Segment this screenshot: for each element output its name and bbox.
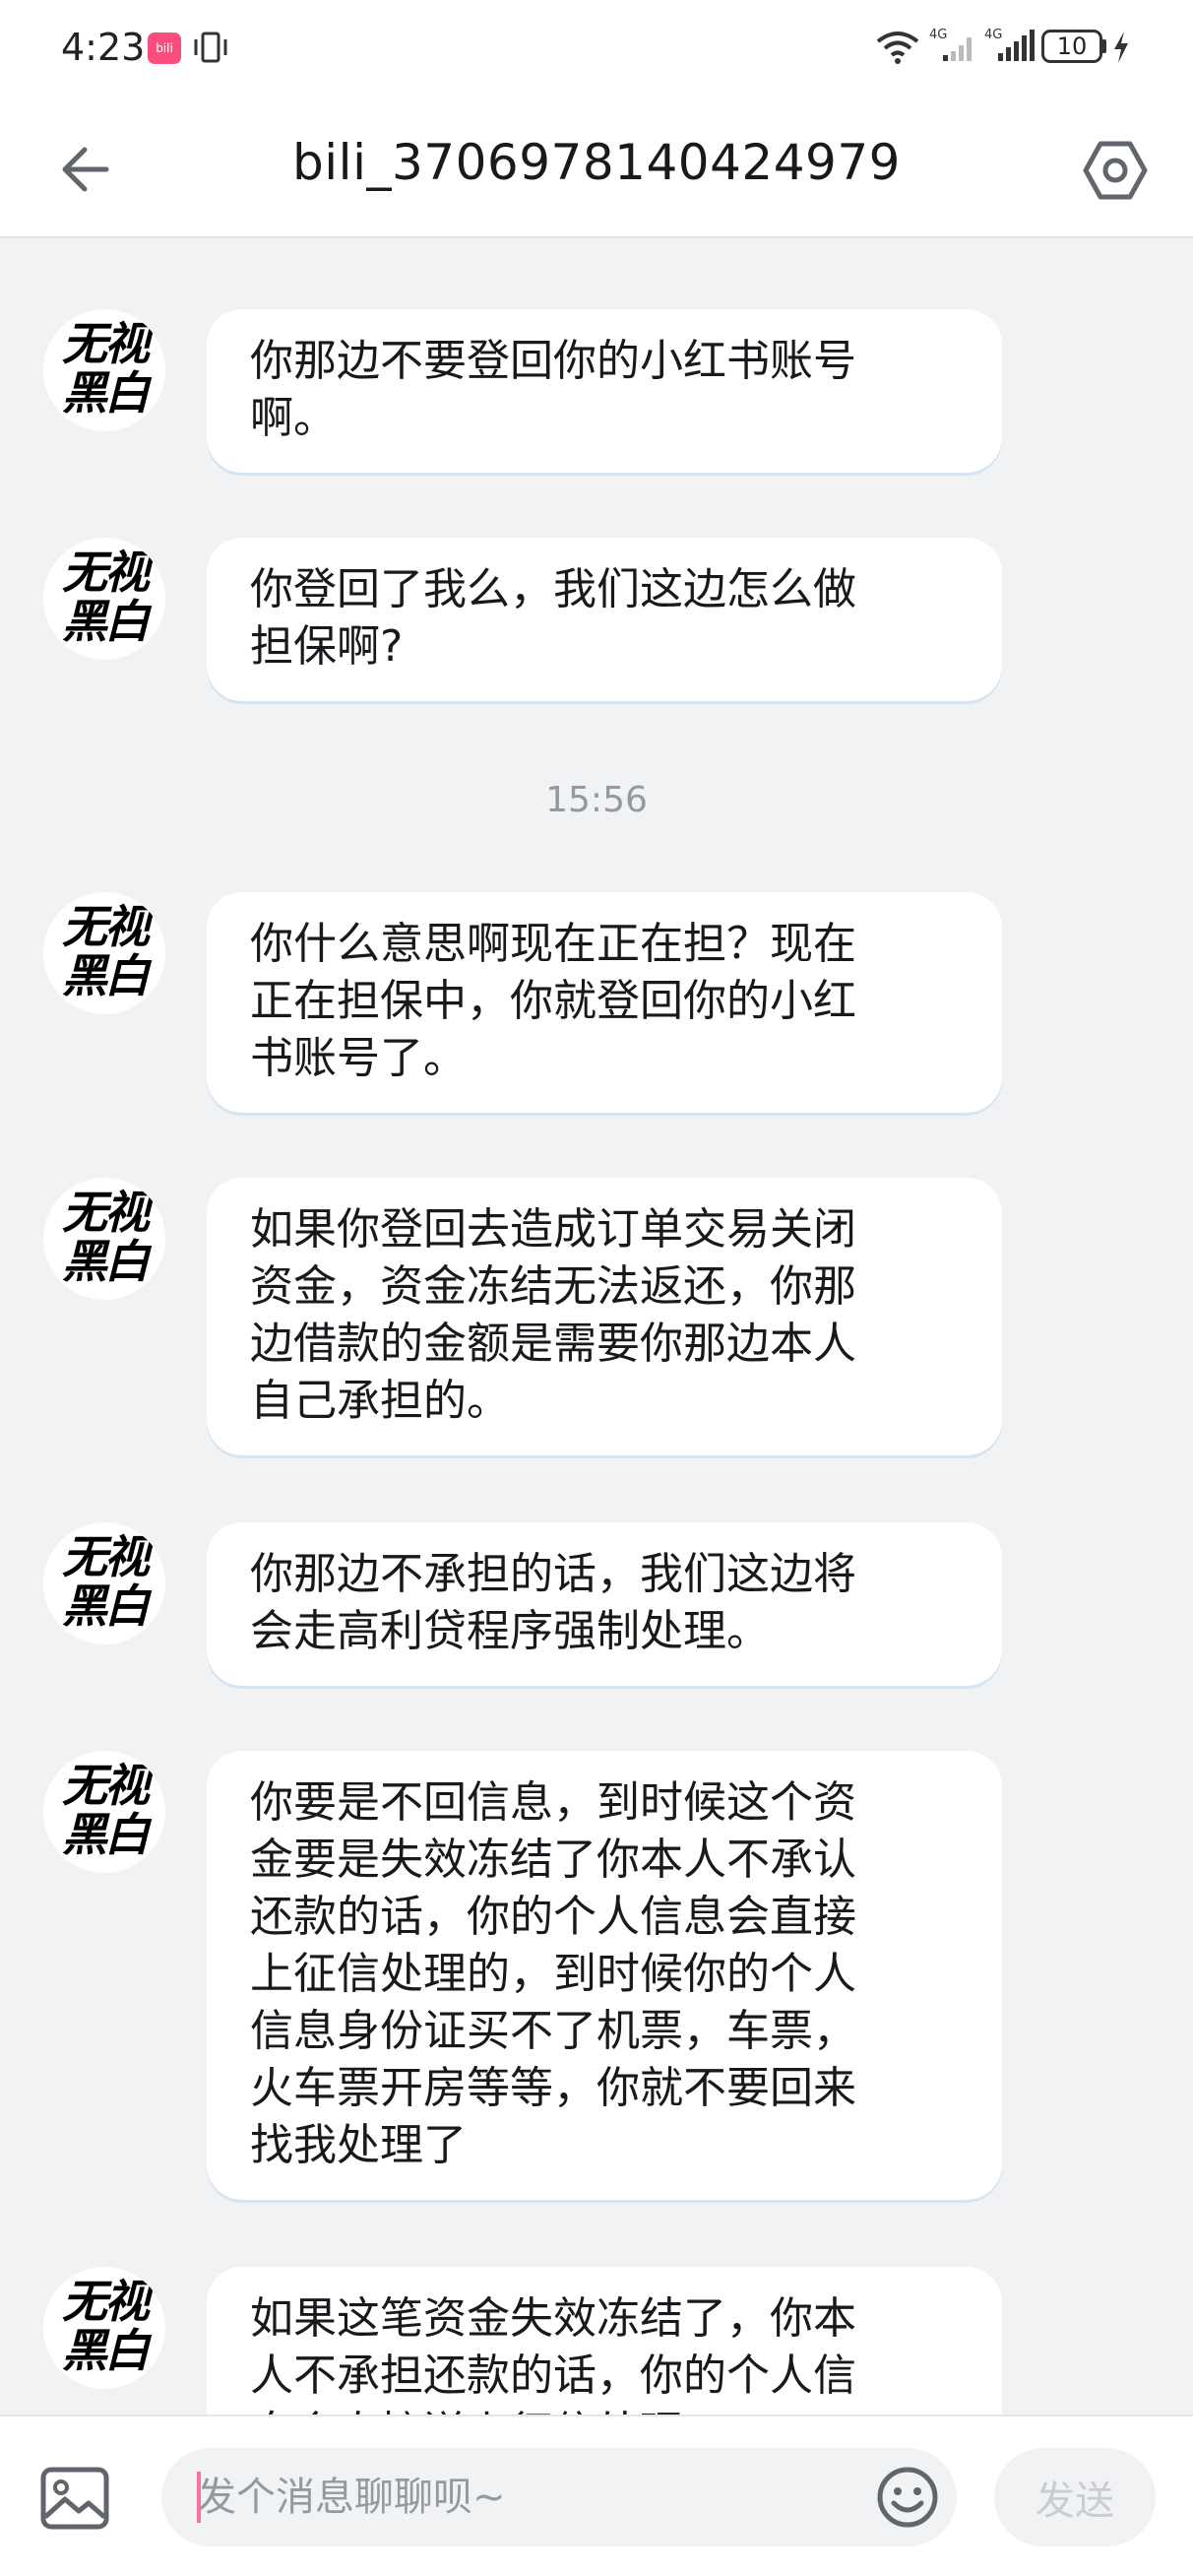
message-timestamp: 15:56: [545, 780, 648, 820]
message-bubble[interactable]: 你要是不回信息，到时候这个资 金要是失效冻结了你本人不承认 还款的话，你的个人信…: [207, 1751, 1002, 2200]
avatar[interactable]: 无视 黑白: [43, 892, 165, 1014]
chat-title: bili_3706978140424979: [292, 134, 901, 191]
message-list[interactable]: 无视 黑白 你那边不要登回你的小红书账号 啊。 无视 黑白 你登回了我么，我们这…: [0, 238, 1193, 2415]
status-bar: 4:23 bili 4G 4G 10: [0, 0, 1193, 98]
avatar-logo: 无视 黑白: [62, 546, 150, 648]
avatar[interactable]: 无视 黑白: [43, 1522, 165, 1644]
svg-text:4G: 4G: [929, 28, 947, 42]
charging-bolt-icon: [1114, 32, 1128, 63]
avatar-logo: 无视 黑白: [62, 2275, 150, 2377]
signal-icon: 4G: [984, 28, 1035, 61]
wifi-icon: [876, 32, 919, 64]
svg-text:4G: 4G: [984, 28, 1002, 42]
avatar-logo: 无视 黑白: [62, 317, 150, 419]
status-time: 4:23: [61, 26, 146, 69]
avatar-logo: 无视 黑白: [62, 1759, 150, 1861]
avatar-logo: 无视 黑白: [62, 1530, 150, 1633]
avatar-logo: 无视 黑白: [62, 1186, 150, 1288]
send-button[interactable]: 发送: [994, 2448, 1156, 2546]
bili-app-badge-icon: bili: [148, 32, 181, 64]
message-bubble[interactable]: 如果这笔资金失效冻结了，你本 人不承担还款的话，你的个人信 息会直接送上征信处理…: [207, 2267, 1002, 2415]
vibrate-icon: [194, 32, 227, 63]
signal-icon: 4G: [929, 28, 972, 61]
message-bubble[interactable]: 你那边不承担的话，我们这边将 会走高利贷程序强制处理。: [207, 1522, 1002, 1686]
message-bubble[interactable]: 你那边不要登回你的小红书账号 啊。: [207, 309, 1002, 473]
message-bubble[interactable]: 你什么意思啊现在正在担？现在 正在担保中，你就登回你的小红 书账号了。: [207, 892, 1002, 1113]
chat-header: bili_3706978140424979: [0, 98, 1193, 238]
text-caret: [197, 2472, 201, 2523]
message-bubble[interactable]: 如果你登回去造成订单交易关闭 资金，资金冻结无法返还，你那 边借款的金额是需要你…: [207, 1178, 1002, 1455]
battery-icon: 10: [1041, 30, 1102, 63]
avatar[interactable]: 无视 黑白: [43, 538, 165, 660]
message-input[interactable]: [161, 2448, 957, 2546]
message-bubble[interactable]: 你登回了我么，我们这边怎么做 担保啊?: [207, 538, 1002, 701]
input-bar: 发送: [0, 2415, 1193, 2576]
avatar[interactable]: 无视 黑白: [43, 1751, 165, 1873]
avatar-logo: 无视 黑白: [62, 900, 150, 1002]
emoji-icon[interactable]: [876, 2466, 939, 2529]
settings-icon[interactable]: [1083, 138, 1148, 203]
image-icon[interactable]: [39, 2466, 110, 2531]
battery-cap: [1102, 39, 1106, 53]
avatar[interactable]: 无视 黑白: [43, 2267, 165, 2389]
avatar[interactable]: 无视 黑白: [43, 309, 165, 431]
avatar[interactable]: 无视 黑白: [43, 1178, 165, 1300]
